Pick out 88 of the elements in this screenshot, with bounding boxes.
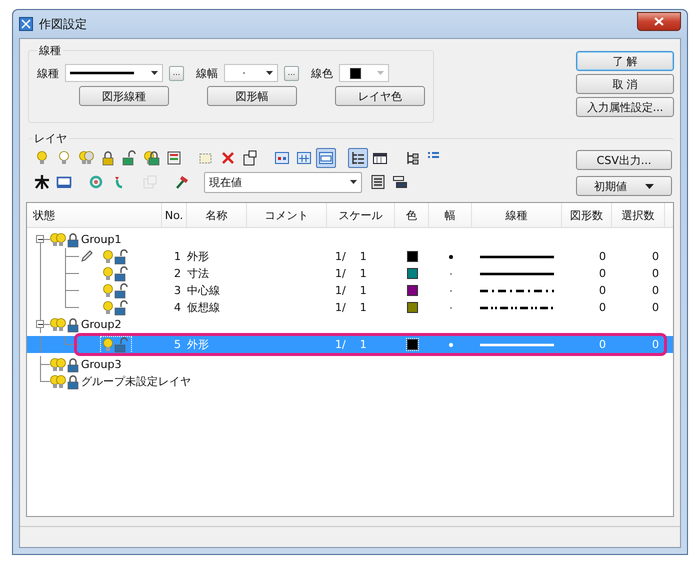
layer-group-row[interactable]: Group2 (27, 316, 673, 333)
layer-number: 1 (173, 250, 182, 263)
dialog-button[interactable]: 取 消 (576, 74, 674, 94)
layer-name: 外形 (187, 337, 210, 352)
browse-button[interactable]: … (284, 66, 299, 80)
column-header[interactable]: スケール (327, 203, 395, 227)
current-value-dropdown[interactable]: 現在値 (204, 172, 362, 192)
group-name: グループ未設定レイヤ (81, 374, 191, 389)
line-color-dropdown[interactable] (339, 64, 389, 82)
caret-icon (151, 71, 158, 75)
caret-icon (645, 184, 654, 188)
column-header[interactable]: 状態 (27, 203, 162, 227)
layer-name: 仮想線 (187, 300, 221, 315)
layer-name: 中心線 (187, 283, 221, 298)
shape-count: 0 (598, 301, 607, 314)
collapse-toggle[interactable] (36, 320, 44, 328)
group-title: 線種 (38, 43, 62, 58)
scale-text: 1/ (335, 338, 346, 351)
layer-row[interactable]: 2 寸法 1/ 1 0 0 (27, 265, 673, 282)
column-header[interactable]: 選択数 (612, 203, 665, 227)
caret-icon (377, 71, 384, 75)
shape-count: 0 (598, 284, 607, 297)
tree-view-icon[interactable] (348, 148, 368, 168)
scale-text: 1/ (335, 284, 346, 297)
column-header[interactable]: 図形数 (562, 203, 612, 227)
collapse-toggle[interactable] (36, 235, 44, 243)
column-header[interactable]: 色 (395, 203, 429, 227)
layer-number: 3 (173, 284, 182, 297)
scale-value: 1 (360, 338, 367, 351)
layer-group-row[interactable]: Group1 (27, 231, 673, 248)
shape-count: 0 (598, 267, 607, 280)
scale-text: 1/ (335, 267, 346, 280)
layer-row[interactable]: 1 外形 1/ 1 0 0 (27, 248, 673, 265)
padlock-bulb-icon[interactable] (142, 148, 162, 168)
selected-count: 0 (651, 301, 660, 314)
layer-name: 外形 (187, 249, 210, 264)
caret-icon (350, 180, 357, 184)
field-label: 線幅 (196, 66, 218, 80)
browse-button[interactable]: … (169, 66, 184, 80)
app-icon (19, 17, 33, 31)
selected-count: 0 (651, 284, 660, 297)
close-icon (654, 16, 664, 26)
export-button[interactable]: CSV出力... (576, 150, 672, 170)
caret-icon (266, 71, 273, 75)
scale-text: 1/ (335, 250, 346, 263)
width-dot (448, 254, 452, 258)
shape-count: 0 (598, 250, 607, 263)
menu-button[interactable]: 初期値 (576, 176, 672, 196)
group-name: Group3 (81, 358, 122, 371)
scale-value: 1 (360, 250, 367, 263)
scale-text: 1/ (335, 301, 346, 314)
list-window-icon[interactable] (316, 148, 336, 168)
group-name: Group2 (81, 318, 122, 331)
scale-value: 1 (360, 301, 367, 314)
layer-group-row[interactable]: グループ未設定レイヤ (27, 373, 673, 390)
layer-number: 5 (173, 338, 182, 351)
apply-button[interactable]: レイヤ色 (335, 86, 425, 106)
selected-count: 0 (651, 250, 660, 263)
group-name: Group1 (81, 233, 122, 246)
layer-number: 2 (173, 267, 182, 280)
dialog-button[interactable]: 入力属性設定... (576, 97, 674, 117)
column-header[interactable]: コメント (247, 203, 327, 227)
line-type-dropdown[interactable] (65, 64, 163, 82)
layer-group-row[interactable]: Group3 (27, 356, 673, 373)
window-title: 作図設定 (39, 16, 87, 32)
layer-name: 寸法 (187, 266, 210, 281)
scale-value: 1 (360, 284, 367, 297)
column-header[interactable]: 線種 (472, 203, 562, 227)
field-label: 線種 (37, 66, 59, 80)
column-header[interactable]: 名称 (187, 203, 247, 227)
width-dot (448, 342, 452, 346)
column-header[interactable]: 幅 (429, 203, 472, 227)
column-header[interactable]: No. (162, 203, 187, 227)
group-title: レイヤ (33, 131, 68, 146)
layer-row[interactable]: 4 仮想線 1/ 1 0 0 (27, 299, 673, 316)
apply-button[interactable]: 図形線種 (79, 86, 169, 106)
layer-row[interactable]: 3 中心線 1/ 1 0 0 (27, 282, 673, 299)
layer-number: 4 (173, 301, 182, 314)
line-style-sample (70, 70, 134, 76)
selected-count: 0 (651, 338, 660, 351)
dialog-button[interactable]: 了 解 (576, 51, 674, 71)
asterisk-icon[interactable] (32, 172, 52, 192)
shape-count: 0 (598, 338, 607, 351)
scale-value: 1 (360, 267, 367, 280)
close-button[interactable] (637, 12, 681, 30)
field-label: 線色 (311, 66, 333, 80)
apply-button[interactable]: 図形幅 (207, 86, 297, 106)
selected-count: 0 (651, 267, 660, 280)
